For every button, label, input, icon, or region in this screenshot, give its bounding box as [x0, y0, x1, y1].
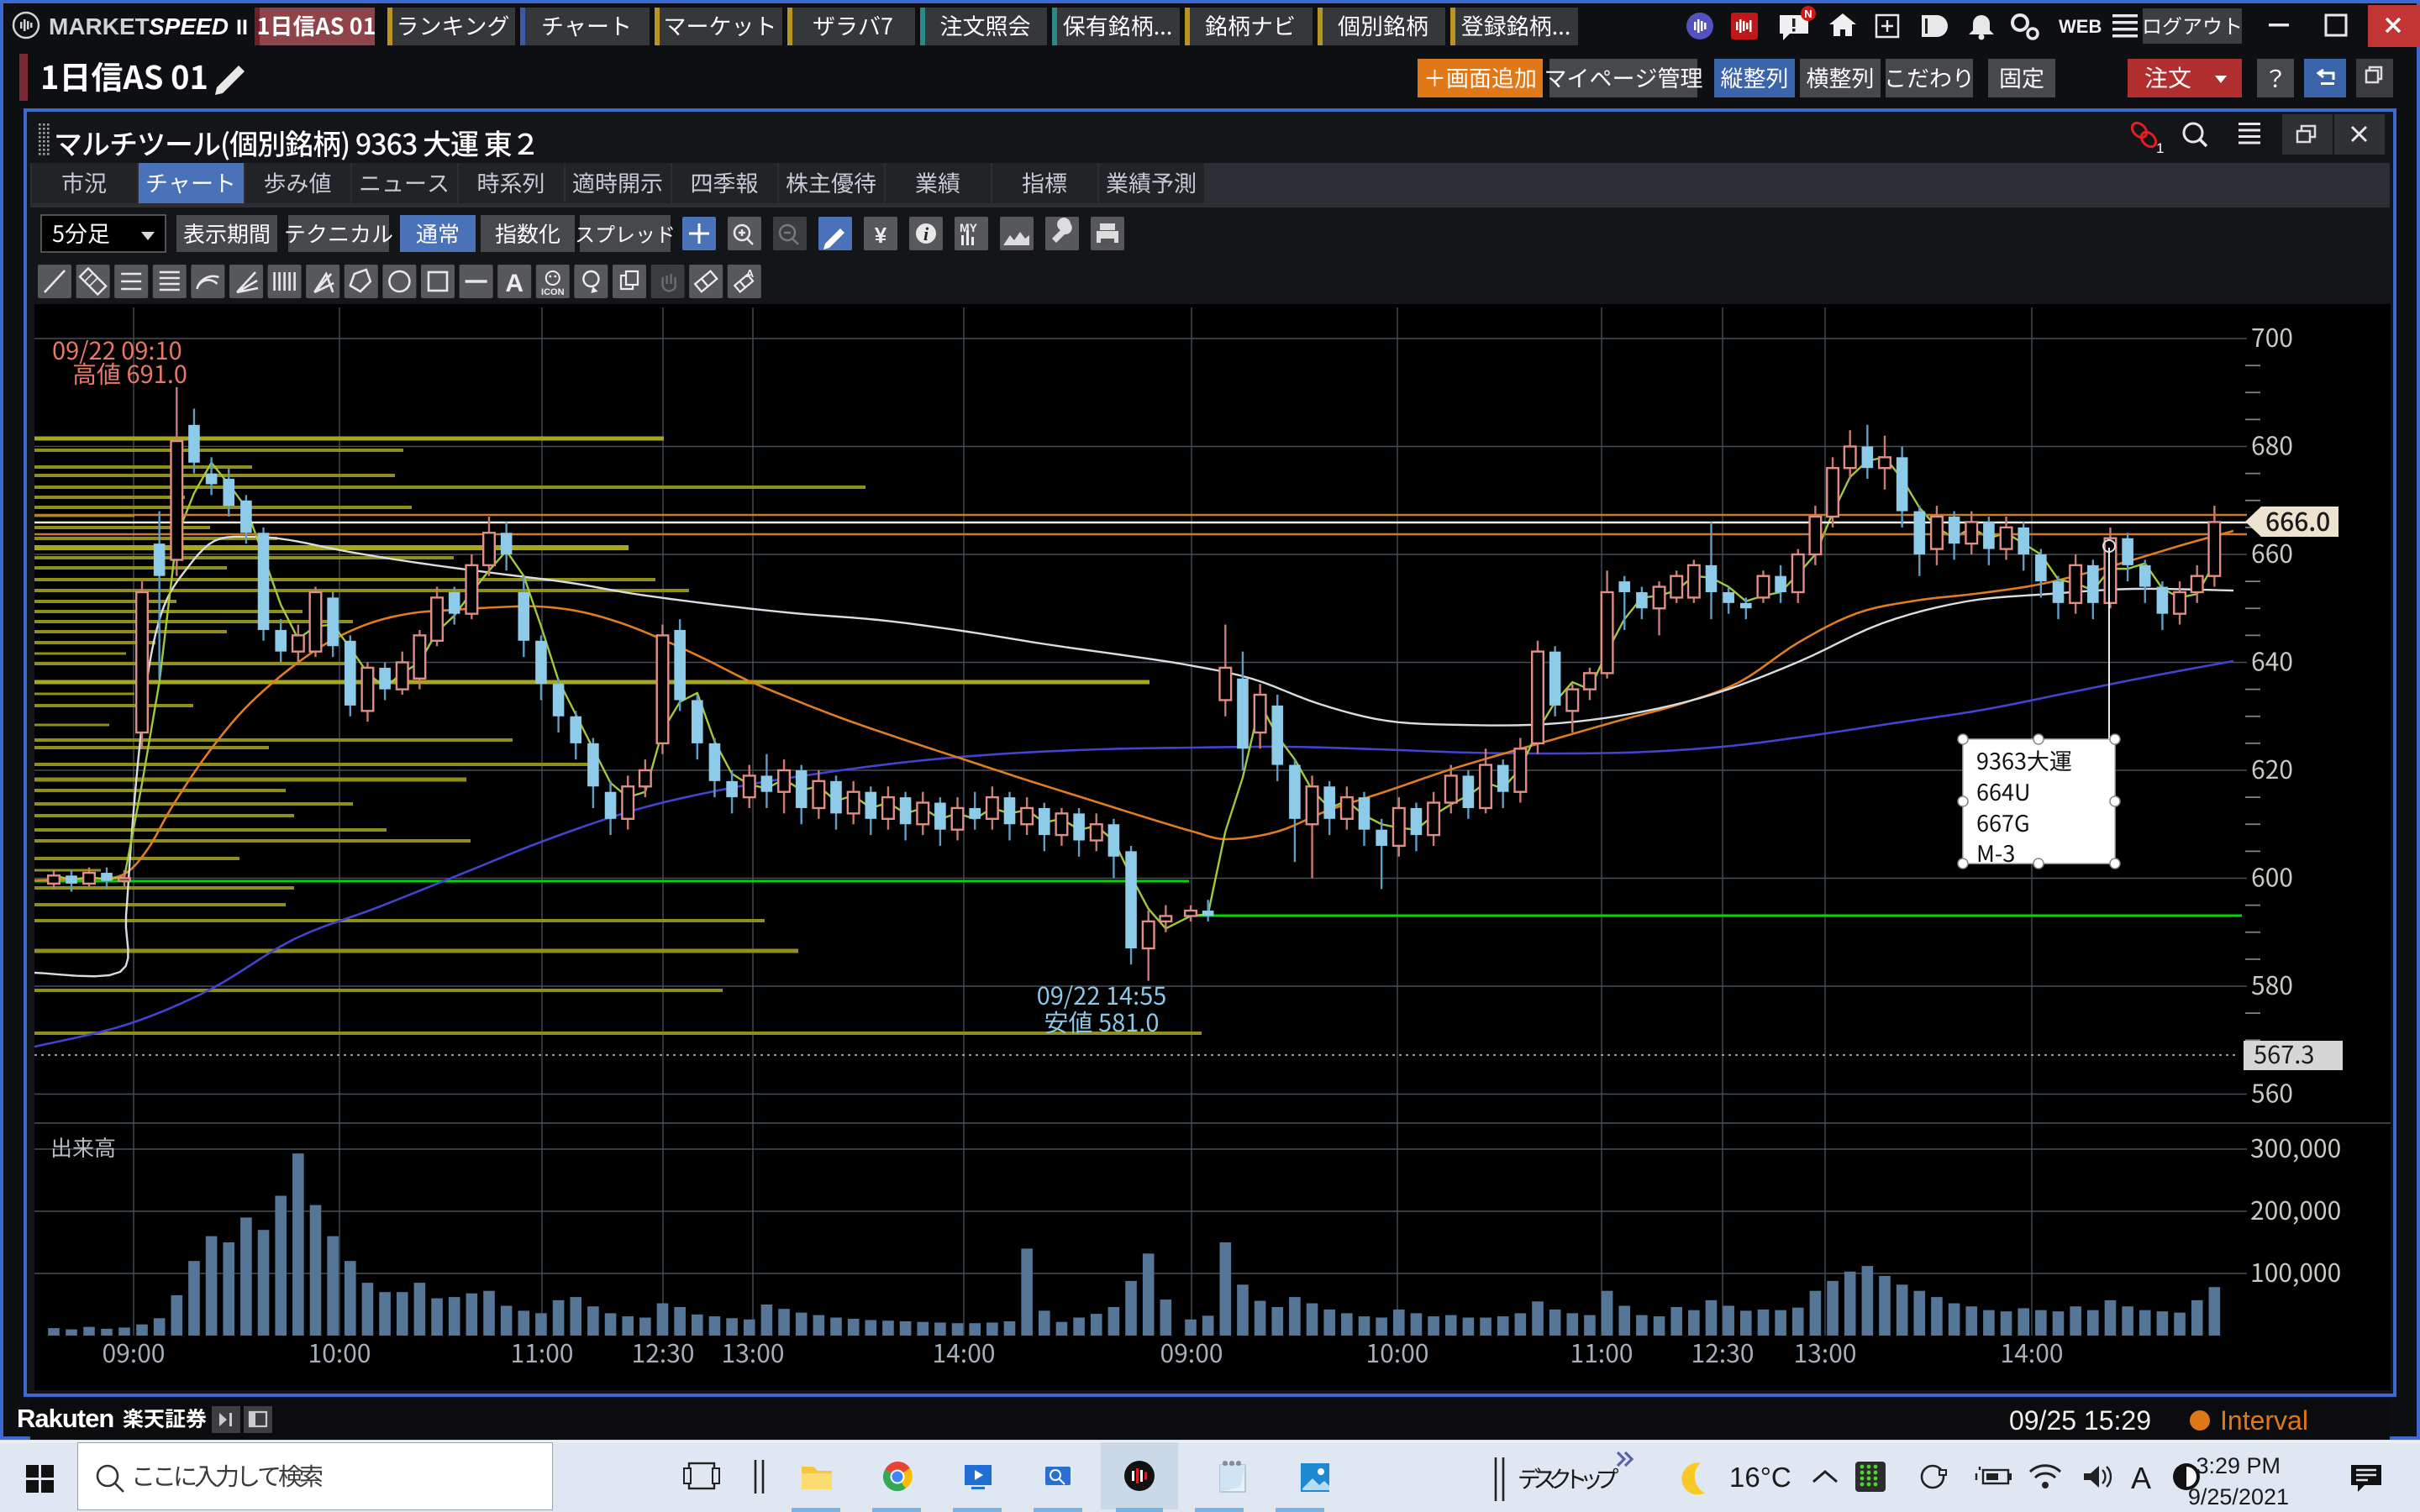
svg-text:16°C: 16°C — [1729, 1462, 1791, 1493]
svg-text:A: A — [505, 270, 523, 297]
svg-text:II: II — [236, 16, 248, 39]
svg-text:N: N — [1804, 8, 1812, 20]
svg-text:A: A — [746, 267, 755, 280]
svg-text:1: 1 — [2156, 140, 2164, 156]
svg-text:Rakuten: Rakuten — [17, 1404, 113, 1433]
svg-text:¥: ¥ — [875, 223, 887, 248]
svg-text:WEB: WEB — [2059, 16, 2102, 37]
svg-text:9/25/2021: 9/25/2021 — [2188, 1484, 2289, 1509]
svg-text:MARKET: MARKET — [49, 13, 150, 39]
svg-text:Interval: Interval — [2220, 1405, 2308, 1436]
svg-text:SPEED: SPEED — [149, 13, 229, 39]
svg-text:A: A — [2131, 1461, 2151, 1495]
svg-text:i: i — [923, 223, 929, 244]
svg-text:ICON: ICON — [541, 287, 565, 297]
svg-text:09/25 15:29: 09/25 15:29 — [2009, 1405, 2151, 1436]
svg-text:3:29 PM: 3:29 PM — [2196, 1453, 2281, 1478]
